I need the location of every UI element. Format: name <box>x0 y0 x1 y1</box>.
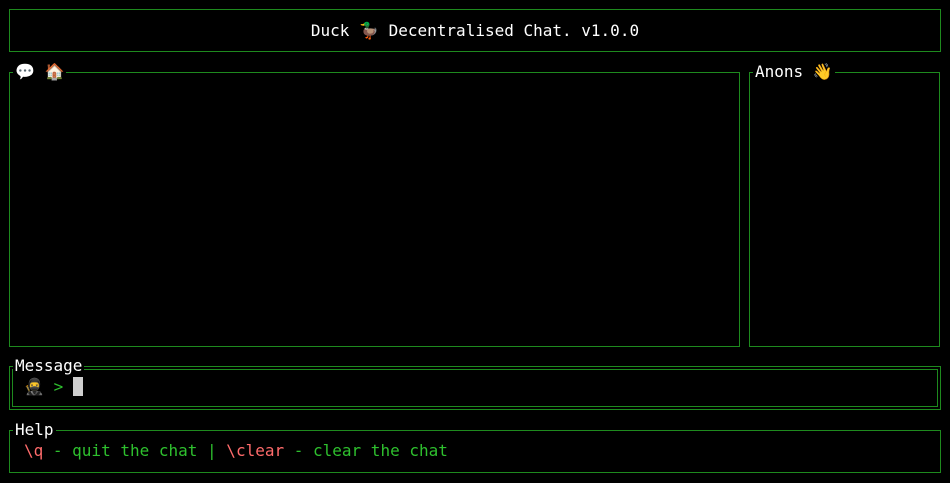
clear-description: - clear the chat <box>284 441 448 460</box>
help-text: \q - quit the chat | \clear - clear the … <box>24 441 448 461</box>
app-title: Duck 🦆 Decentralised Chat. v1.0.0 <box>310 21 640 40</box>
text-cursor <box>72 377 83 396</box>
chat-panel[interactable]: 💬 🏠 <box>9 62 740 347</box>
message-input[interactable]: 🥷 > <box>24 377 83 397</box>
anons-panel-title: Anons 👋 <box>753 62 835 82</box>
quit-description: - quit the chat <box>43 441 208 460</box>
anons-panel[interactable]: Anons 👋 <box>749 62 940 347</box>
header-panel: Duck 🦆 Decentralised Chat. v1.0.0 <box>9 9 941 52</box>
help-panel-title: Help <box>13 420 56 440</box>
message-panel-title: Message <box>13 356 85 376</box>
clear-command: \clear <box>216 441 285 460</box>
help-panel: Help \q - quit the chat | \clear - clear… <box>9 420 941 473</box>
ninja-avatar-icon: 🥷 <box>24 377 44 396</box>
quit-command: \q <box>24 441 44 460</box>
chat-panel-title: 💬 🏠 <box>13 62 67 82</box>
help-separator: | <box>207 441 217 460</box>
prompt-symbol: > <box>53 377 64 396</box>
message-panel[interactable]: Message 🥷 > <box>9 356 941 410</box>
